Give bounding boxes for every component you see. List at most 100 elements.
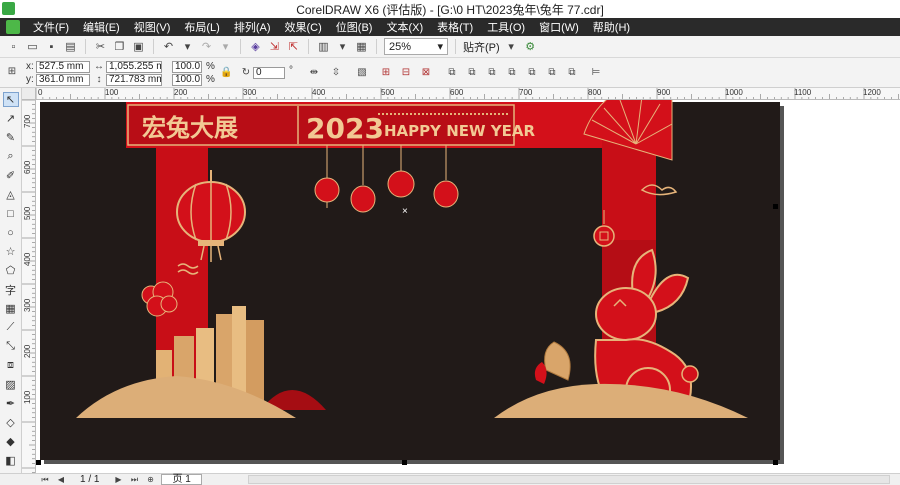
polygon-tool-icon[interactable]: ☆ — [3, 244, 19, 259]
cut-icon[interactable]: ✂ — [93, 39, 108, 54]
object-origin-icon[interactable]: ⊞ — [6, 66, 18, 78]
launcher-dropdown-icon[interactable]: ▾ — [335, 39, 350, 54]
trim-icon[interactable]: ⧉ — [486, 67, 498, 79]
print-icon[interactable]: ▤ — [63, 39, 78, 54]
rotation-angle-field[interactable]: 0 — [253, 67, 285, 79]
simplify-icon[interactable]: ⧉ — [526, 67, 538, 79]
width-field[interactable]: 1,055.255 mm — [106, 61, 162, 73]
options-icon[interactable]: ⚙ — [523, 39, 538, 54]
wrap-text-icon[interactable]: ▧ — [356, 67, 368, 79]
menu-view[interactable]: 视图(V) — [127, 19, 178, 35]
front-minus-back-icon[interactable]: ⧉ — [546, 67, 558, 79]
artwork-svg[interactable]: 宏兔大展 2023 HAPPY NEW YEAR × — [36, 100, 900, 473]
menu-edit[interactable]: 编辑(E) — [76, 19, 127, 35]
mirror-horizontal-icon[interactable]: ⇹ — [308, 67, 320, 79]
zoom-value: 25% — [389, 40, 412, 53]
shape-tool-icon[interactable]: ↗ — [3, 111, 19, 126]
prev-page-icon[interactable]: ◀ — [56, 475, 66, 485]
ruler-corner[interactable] — [22, 88, 36, 100]
zoom-tool-icon[interactable]: ⌕ — [3, 149, 19, 164]
toolbar-separator — [376, 39, 377, 54]
undo-icon[interactable]: ↶ — [161, 39, 176, 54]
application-launcher-icon[interactable]: ▥ — [316, 39, 331, 54]
intersect-icon[interactable]: ⧉ — [506, 67, 518, 79]
scale-y-field[interactable]: 100.0 — [172, 74, 202, 86]
menu-table[interactable]: 表格(T) — [430, 19, 480, 35]
basic-shapes-icon[interactable]: ⬠ — [3, 263, 19, 278]
group-icon[interactable]: ⊞ — [380, 67, 392, 79]
height-field[interactable]: 721.783 mm — [106, 74, 162, 86]
save-icon[interactable]: ▪ — [44, 39, 59, 54]
new-document-icon[interactable]: ▫ — [6, 39, 21, 54]
back-minus-front-icon[interactable]: ⧉ — [566, 67, 578, 79]
menu-effects[interactable]: 效果(C) — [278, 19, 329, 35]
scale-y-unit: % — [206, 74, 215, 85]
crop-tool-icon[interactable]: ✎ — [3, 130, 19, 145]
freehand-tool-icon[interactable]: ✐ — [3, 168, 19, 183]
last-page-icon[interactable]: ⏭ — [129, 475, 139, 485]
copy-icon[interactable]: ❐ — [112, 39, 127, 54]
paste-icon[interactable]: ▣ — [131, 39, 146, 54]
v-tick-label: 700 — [23, 114, 32, 128]
rectangle-tool-icon[interactable]: □ — [3, 206, 19, 221]
transparency-tool-icon[interactable]: ▨ — [3, 377, 19, 392]
menu-file[interactable]: 文件(F) — [26, 19, 76, 35]
banner-year-text[interactable]: 2023 — [306, 112, 384, 145]
menu-text[interactable]: 文本(X) — [379, 19, 430, 35]
lock-ratio-icon[interactable]: 🔒 — [220, 67, 232, 79]
menu-bitmaps[interactable]: 位图(B) — [329, 19, 380, 35]
menu-window[interactable]: 窗口(W) — [532, 19, 586, 35]
v-tick-label: 100 — [23, 390, 32, 404]
weld-icon[interactable]: ⧉ — [466, 67, 478, 79]
ellipse-tool-icon[interactable]: ○ — [3, 225, 19, 240]
toolbar-separator — [85, 39, 86, 54]
first-page-icon[interactable]: ⏮ — [40, 475, 50, 485]
snap-to-button[interactable]: 贴齐(P) — [463, 39, 500, 55]
interactive-fill-icon[interactable]: ◧ — [3, 453, 19, 468]
smart-fill-icon[interactable]: ◬ — [3, 187, 19, 202]
search-content-icon[interactable]: ◈ — [248, 39, 263, 54]
menu-arrange[interactable]: 排列(A) — [227, 19, 278, 35]
zoom-select[interactable]: 25% ▾ — [384, 38, 448, 55]
horizontal-scrollbar[interactable] — [247, 475, 890, 484]
ungroup-all-icon[interactable]: ⊠ — [420, 67, 432, 79]
export-icon[interactable]: ⇱ — [286, 39, 301, 54]
menu-layout[interactable]: 布局(L) — [177, 19, 226, 35]
menu-tools[interactable]: 工具(O) — [480, 19, 532, 35]
welcome-screen-icon[interactable]: ▦ — [354, 39, 369, 54]
page-tab-1[interactable]: 页 1 — [161, 474, 202, 485]
h-tick-label: 600 — [450, 88, 464, 97]
blend-tool-icon[interactable]: ⧈ — [3, 358, 19, 373]
fill-tool-icon[interactable]: ◆ — [3, 434, 19, 449]
table-tool-icon[interactable]: ▦ — [3, 301, 19, 316]
eyedropper-tool-icon[interactable]: ✒ — [3, 396, 19, 411]
dimension-tool-icon[interactable]: ⟋ — [3, 320, 19, 335]
coreldraw-window: CorelDRAW X6 (评估版) - [G:\0 HT\2023兔年\兔年 … — [0, 0, 900, 485]
pick-tool-icon[interactable]: ↖ — [2, 92, 19, 107]
banner-happy-new-year-text[interactable]: HAPPY NEW YEAR — [384, 122, 536, 140]
add-page-icon[interactable]: ⊕ — [145, 475, 155, 485]
redo-icon[interactable]: ↷ — [199, 39, 214, 54]
drawing-canvas[interactable]: 宏兔大展 2023 HAPPY NEW YEAR × — [36, 100, 900, 473]
redo-dropdown-icon[interactable]: ▾ — [218, 39, 233, 54]
outline-tool-icon[interactable]: ◇ — [3, 415, 19, 430]
width-icon: ↔ — [94, 61, 104, 72]
connector-tool-icon[interactable]: ⤡ — [3, 339, 19, 354]
banner-chinese-text[interactable]: 宏兔大展 — [142, 114, 238, 142]
mirror-vertical-icon[interactable]: ⇳ — [330, 67, 342, 79]
menu-help[interactable]: 帮助(H) — [586, 19, 637, 35]
scale-x-field[interactable]: 100.0 — [172, 61, 202, 73]
horizontal-ruler[interactable]: 0 100 200 300 400 500 600 700 800 900 10… — [36, 88, 900, 100]
x-position-field[interactable]: 527.5 mm — [36, 61, 90, 73]
import-icon[interactable]: ⇲ — [267, 39, 282, 54]
y-position-field[interactable]: 361.0 mm — [36, 74, 90, 86]
undo-dropdown-icon[interactable]: ▾ — [180, 39, 195, 54]
align-distribute-icon[interactable]: ⊨ — [590, 67, 602, 79]
text-tool-icon[interactable]: 字 — [3, 282, 19, 297]
ungroup-icon[interactable]: ⊟ — [400, 67, 412, 79]
open-folder-icon[interactable]: ▭ — [25, 39, 40, 54]
snap-dropdown-icon[interactable]: ▾ — [504, 39, 519, 54]
combine-icon[interactable]: ⧉ — [446, 67, 458, 79]
vertical-ruler[interactable]: 700 600 500 400 300 200 100 — [22, 100, 36, 473]
next-page-icon[interactable]: ▶ — [113, 475, 123, 485]
